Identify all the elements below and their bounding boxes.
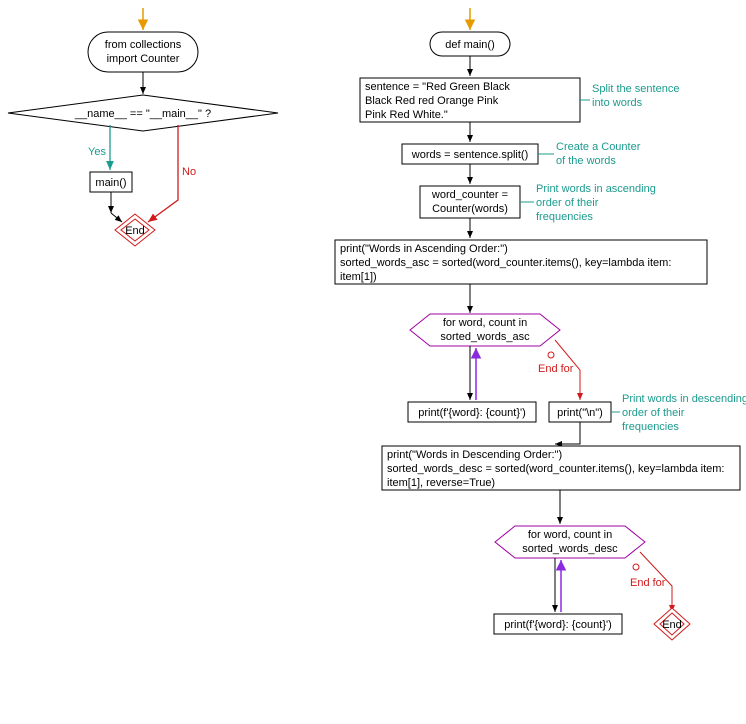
endfor1-label: End for bbox=[538, 363, 574, 375]
asc-l2: sorted_words_asc = sorted(word_counter.i… bbox=[340, 257, 671, 269]
print-newline-label: print("\n") bbox=[557, 407, 603, 419]
for-asc-l2: sorted_words_asc bbox=[440, 331, 530, 343]
for-asc-hex: for word, count in sorted_words_asc bbox=[410, 314, 560, 346]
endfor2-label: End for bbox=[630, 577, 666, 589]
for-desc-l2: sorted_words_desc bbox=[522, 543, 618, 555]
right-flowchart: def main() sentence = "Red Green Black B… bbox=[335, 8, 746, 640]
import-line1: from collections bbox=[105, 39, 182, 51]
for-asc-l1: for word, count in bbox=[443, 317, 527, 329]
desc-l1: print("Words in Descending Order:") bbox=[387, 449, 562, 461]
asc-l3: item[1]) bbox=[340, 271, 377, 283]
sentence-l3: Pink Red White." bbox=[365, 109, 448, 121]
no-label: No bbox=[182, 166, 196, 178]
annotation-counter-l2: of the words bbox=[556, 155, 616, 167]
end-right-label: End bbox=[662, 619, 682, 631]
sentence-box: sentence = "Red Green Black Black Red re… bbox=[360, 78, 580, 122]
decision-name-main: __name__ == "__main__" ? bbox=[8, 95, 278, 131]
for-desc-hex: for word, count in sorted_words_desc bbox=[495, 526, 645, 558]
words-label: words = sentence.split() bbox=[411, 149, 528, 161]
yes-label: Yes bbox=[88, 146, 106, 158]
end-left: End bbox=[115, 214, 155, 246]
print-newline-box: print("\n") bbox=[549, 402, 611, 422]
annotation-desc-l3: frequencies bbox=[622, 421, 679, 433]
print-word-asc-box: print(f'{word}: {count}') bbox=[408, 402, 536, 422]
annotation-counter-l1: Create a Counter bbox=[556, 141, 641, 153]
words-box: words = sentence.split() bbox=[402, 144, 538, 164]
word-counter-l1: word_counter = bbox=[431, 189, 508, 201]
annotation-split-l1: Split the sentence bbox=[592, 83, 679, 95]
sentence-l1: sentence = "Red Green Black bbox=[365, 81, 510, 93]
end-right: End bbox=[654, 608, 690, 640]
desc-box: print("Words in Descending Order:") sort… bbox=[382, 446, 740, 490]
end-left-label: End bbox=[125, 225, 145, 237]
annotation-asc-l2: order of their bbox=[536, 197, 599, 209]
asc-box: print("Words in Ascending Order:") sorte… bbox=[335, 240, 707, 284]
asc-l1: print("Words in Ascending Order:") bbox=[340, 243, 508, 255]
print-word-asc-label: print(f'{word}: {count}') bbox=[418, 407, 526, 419]
left-flowchart: from collections import Counter __name__… bbox=[8, 8, 278, 246]
annotation-desc-l2: order of their bbox=[622, 407, 685, 419]
for-desc-l1: for word, count in bbox=[528, 529, 612, 541]
main-call-label: main() bbox=[95, 177, 126, 189]
edge-no bbox=[148, 125, 178, 222]
annotation-asc-l3: frequencies bbox=[536, 211, 593, 223]
desc-l3: item[1], reverse=True) bbox=[387, 477, 495, 489]
desc-l2: sorted_words_desc = sorted(word_counter.… bbox=[387, 463, 725, 475]
def-main-label: def main() bbox=[445, 39, 495, 51]
main-call-box: main() bbox=[90, 172, 132, 192]
import-box: from collections import Counter bbox=[88, 32, 198, 72]
decision-label: __name__ == "__main__" ? bbox=[74, 108, 211, 120]
import-line2: import Counter bbox=[107, 53, 180, 65]
sentence-l2: Black Red red Orange Pink bbox=[365, 95, 499, 107]
print-word-desc-box: print(f'{word}: {count}') bbox=[494, 614, 622, 634]
annotation-desc-l1: Print words in descending bbox=[622, 393, 746, 405]
annotation-split-l2: into words bbox=[592, 97, 643, 109]
def-main-box: def main() bbox=[430, 32, 510, 56]
annotation-asc-l1: Print words in ascending bbox=[536, 183, 656, 195]
word-counter-box: word_counter = Counter(words) bbox=[420, 186, 520, 218]
print-word-desc-label: print(f'{word}: {count}') bbox=[504, 619, 612, 631]
word-counter-l2: Counter(words) bbox=[432, 203, 508, 215]
